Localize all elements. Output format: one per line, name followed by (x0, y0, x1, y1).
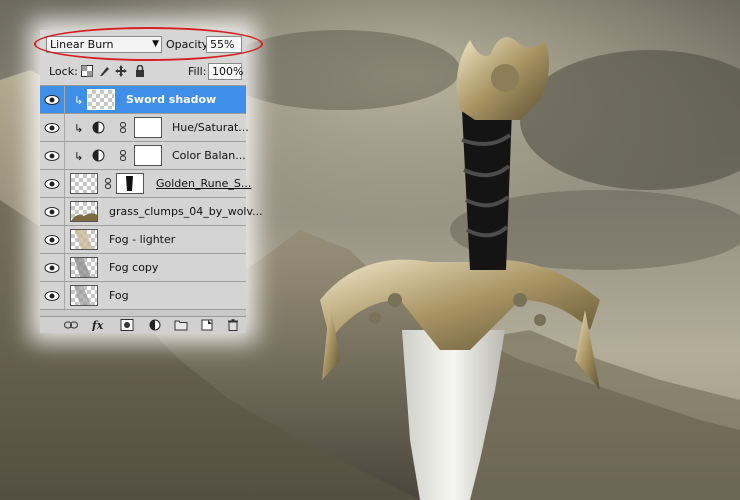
eye-icon[interactable] (44, 177, 60, 191)
lock-transparency-icon[interactable] (81, 65, 93, 77)
fog-preview (74, 258, 91, 277)
layer-mask-thumbnail[interactable] (134, 145, 162, 166)
eye-icon[interactable] (44, 261, 60, 275)
adjustment-layer-icon (92, 121, 105, 134)
layer-thumbnail[interactable] (70, 285, 98, 306)
layer-name[interactable]: Hue/Saturat... (172, 121, 249, 134)
layers-panel: Linear Burn ▼ Opacity: 55% Lock: Fill: 1… (40, 30, 263, 333)
trash-icon[interactable] (226, 319, 240, 331)
eye-icon[interactable] (44, 289, 60, 303)
lock-label: Lock: (49, 65, 78, 78)
layer-row[interactable]: grass_clumps_04_by_wolv... (40, 198, 263, 226)
fog-preview (74, 286, 91, 305)
new-group-icon[interactable] (174, 319, 188, 331)
adjustment-layer-icon (92, 149, 105, 162)
lock-position-icon[interactable] (115, 65, 127, 77)
layer-thumbnail[interactable] (70, 173, 98, 194)
fx-icon[interactable]: fx (92, 319, 106, 331)
layer-mask-thumbnail[interactable] (134, 117, 162, 138)
adjustment-layer-icon[interactable] (148, 319, 162, 331)
divider (64, 282, 65, 309)
layers-footer-toolbar: fx (40, 316, 246, 333)
layer-name[interactable]: Fog - lighter (109, 233, 175, 246)
divider (64, 254, 65, 281)
link-layers-icon[interactable] (64, 319, 78, 331)
lock-all-icon[interactable] (134, 65, 146, 77)
mask-shape (126, 176, 133, 191)
divider (64, 198, 65, 225)
layer-row[interactable]: Golden_Rune_S... (40, 170, 251, 198)
layer-thumbnail[interactable] (70, 201, 98, 222)
layer-row[interactable]: Fog - lighter (40, 226, 246, 254)
add-mask-icon[interactable] (120, 319, 134, 331)
clipping-arrow-icon: ↳ (74, 94, 84, 107)
layer-row[interactable]: ↳ Sword shadow (40, 86, 246, 114)
layer-name[interactable]: Color Balan... (172, 149, 246, 162)
divider (64, 86, 65, 113)
fill-input[interactable]: 100% (208, 63, 243, 80)
eye-icon[interactable] (44, 233, 60, 247)
link-icon (120, 122, 126, 133)
layer-mask-thumbnail[interactable] (116, 173, 144, 194)
layer-thumbnail[interactable] (87, 89, 115, 110)
divider (64, 170, 65, 197)
clipping-arrow-icon: ↳ (74, 122, 84, 135)
layer-row[interactable]: Fog copy (40, 254, 246, 282)
layer-row[interactable]: ↳ Color Balan... (40, 142, 246, 170)
layer-thumbnail[interactable] (70, 229, 98, 250)
link-icon (105, 178, 111, 189)
eye-icon[interactable] (44, 121, 60, 135)
layer-row[interactable]: Fog (40, 282, 246, 310)
layer-row[interactable]: ↳ Hue/Saturat... (40, 114, 249, 142)
svg-text:fx: fx (92, 319, 104, 331)
lock-pixels-icon[interactable] (98, 65, 110, 77)
link-icon (120, 150, 126, 161)
new-layer-icon[interactable] (200, 319, 214, 331)
layer-name[interactable]: Golden_Rune_S... (156, 177, 251, 190)
eye-icon[interactable] (44, 149, 60, 163)
divider (64, 142, 65, 169)
highlight-ellipse (34, 27, 263, 61)
fog-preview (75, 230, 93, 249)
layer-name[interactable]: Sword shadow (126, 93, 216, 106)
layer-name[interactable]: grass_clumps_04_by_wolv... (109, 205, 263, 218)
layers-list: ↳ Sword shadow ↳ Hue/Saturat... ↳ Color … (40, 85, 263, 316)
clipping-arrow-icon: ↳ (74, 150, 84, 163)
divider (64, 114, 65, 141)
layer-name[interactable]: Fog copy (109, 261, 158, 274)
fill-label: Fill: (188, 65, 207, 78)
divider (64, 226, 65, 253)
layer-thumbnail[interactable] (70, 257, 98, 278)
eye-icon[interactable] (44, 205, 60, 219)
eye-icon[interactable] (44, 93, 60, 107)
grass-preview (71, 213, 97, 221)
layer-name[interactable]: Fog (109, 289, 129, 302)
lock-row: Lock: Fill: 100% (40, 60, 246, 84)
